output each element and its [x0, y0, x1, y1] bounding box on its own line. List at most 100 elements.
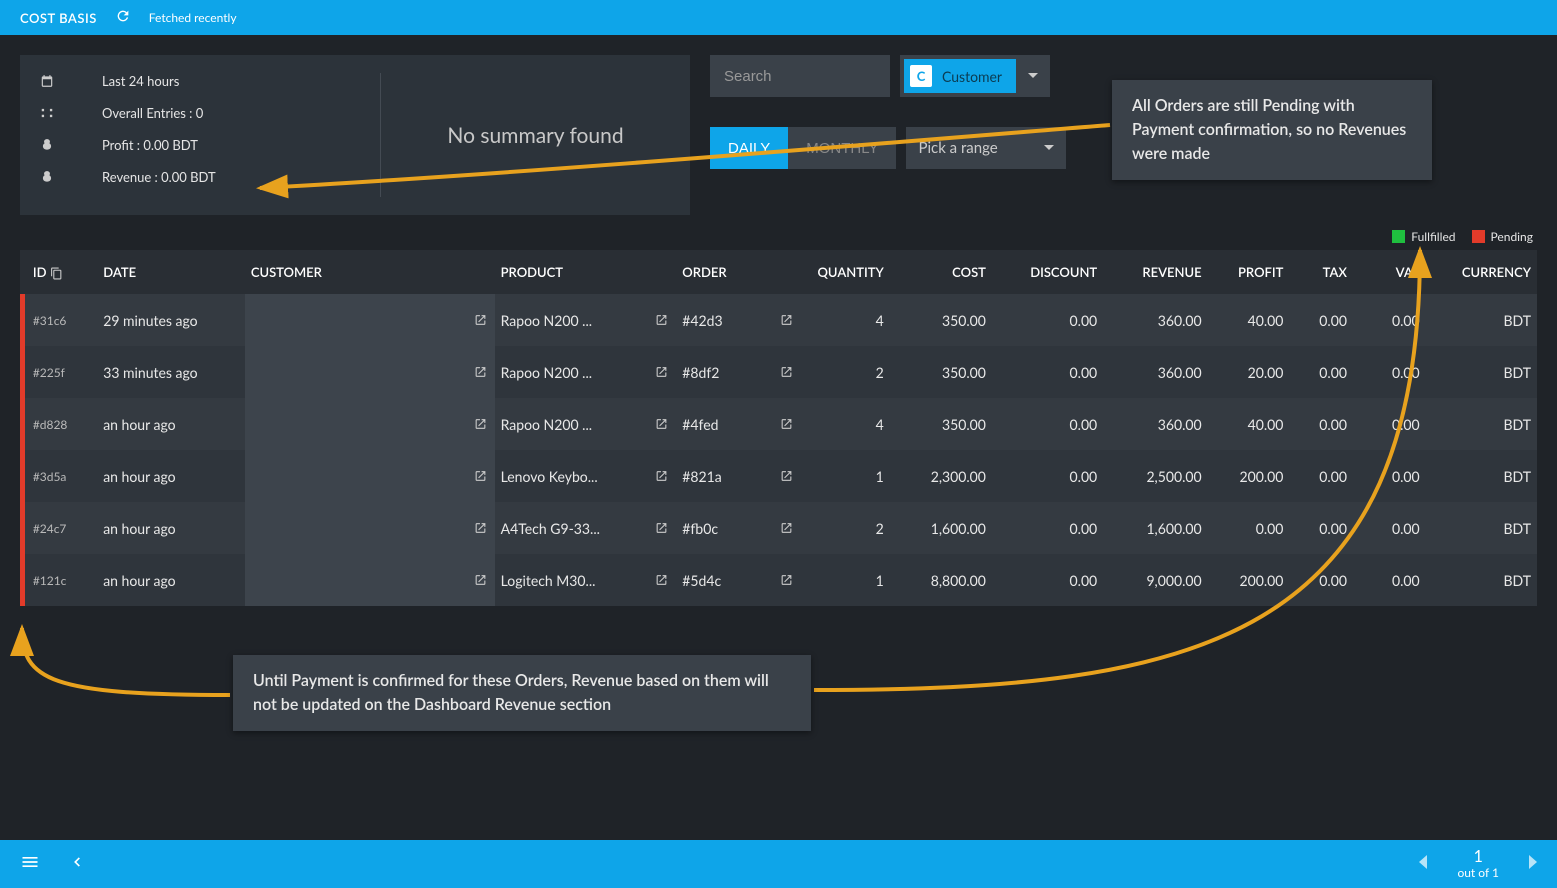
col-tax: TAX: [1289, 250, 1353, 294]
cell-product[interactable]: A4Tech G9-33...: [495, 502, 677, 554]
cell-revenue: 360.00: [1103, 398, 1207, 450]
table-row[interactable]: #31c629 minutes agoRapoo N200 ...#42d343…: [20, 294, 1537, 346]
cell-cost: 350.00: [890, 294, 992, 346]
cell-customer-link[interactable]: [383, 450, 494, 502]
external-link-icon[interactable]: [780, 522, 793, 535]
external-link-icon[interactable]: [655, 366, 668, 379]
cell-order[interactable]: #42d3: [676, 294, 801, 346]
cell-id: #225f: [27, 346, 97, 398]
col-order: ORDER: [676, 250, 801, 294]
external-link-icon[interactable]: [474, 470, 487, 483]
external-link-icon[interactable]: [780, 418, 793, 431]
cell-currency: BDT: [1426, 398, 1537, 450]
cell-product[interactable]: Rapoo N200 ...: [495, 346, 677, 398]
cell-profit: 20.00: [1208, 346, 1290, 398]
cell-profit: 0.00: [1208, 502, 1290, 554]
cell-product[interactable]: Rapoo N200 ...: [495, 294, 677, 346]
cell-customer-link[interactable]: [383, 502, 494, 554]
cell-tax: 0.00: [1289, 502, 1353, 554]
external-link-icon[interactable]: [474, 314, 487, 327]
cell-currency: BDT: [1426, 554, 1537, 606]
external-link-icon[interactable]: [780, 366, 793, 379]
external-link-icon[interactable]: [655, 574, 668, 587]
cell-profit: 200.00: [1208, 450, 1290, 502]
cell-discount: 0.00: [992, 294, 1103, 346]
cell-tax: 0.00: [1289, 554, 1353, 606]
status-indicator: [20, 294, 27, 346]
cell-id: #31c6: [27, 294, 97, 346]
table-row[interactable]: #3d5aan hour agoLenovo Keybo...#821a12,3…: [20, 450, 1537, 502]
external-link-icon[interactable]: [474, 522, 487, 535]
cell-cost: 2,300.00: [890, 450, 992, 502]
cell-cost: 8,800.00: [890, 554, 992, 606]
pending-swatch: [1472, 230, 1485, 243]
table-row[interactable]: #121can hour agoLogitech M30...#5d4c18,8…: [20, 554, 1537, 606]
external-link-icon[interactable]: [655, 522, 668, 535]
cell-product[interactable]: Rapoo N200 ...: [495, 398, 677, 450]
cell-product[interactable]: Logitech M30...: [495, 554, 677, 606]
cell-order[interactable]: #4fed: [676, 398, 801, 450]
menu-icon[interactable]: [20, 852, 40, 876]
external-link-icon[interactable]: [780, 470, 793, 483]
external-link-icon[interactable]: [655, 470, 668, 483]
external-link-icon[interactable]: [655, 418, 668, 431]
cell-revenue: 360.00: [1103, 346, 1207, 398]
pager: 1 out of 1: [1419, 847, 1537, 881]
cell-order[interactable]: #5d4c: [676, 554, 801, 606]
cell-discount: 0.00: [992, 502, 1103, 554]
status-indicator: [20, 398, 27, 450]
cell-order[interactable]: #8df2: [676, 346, 801, 398]
bottom-bar: 1 out of 1: [0, 840, 1557, 888]
cell-customer-link[interactable]: [383, 554, 494, 606]
cell-customer: [245, 294, 384, 346]
search-input[interactable]: [710, 55, 890, 97]
external-link-icon[interactable]: [780, 314, 793, 327]
tab-daily[interactable]: DAILY: [710, 127, 788, 169]
status-legend: Fullfilled Pending: [24, 229, 1533, 244]
table-row[interactable]: #d828an hour agoRapoo N200 ...#4fed4350.…: [20, 398, 1537, 450]
page-number: 1: [1457, 847, 1499, 866]
external-link-icon[interactable]: [655, 314, 668, 327]
cell-discount: 0.00: [992, 450, 1103, 502]
cell-profit: 40.00: [1208, 294, 1290, 346]
cell-revenue: 360.00: [1103, 294, 1207, 346]
page-prev-icon[interactable]: [1419, 854, 1429, 873]
copy-icon[interactable]: [50, 267, 63, 280]
col-id: ID: [27, 250, 97, 294]
cell-profit: 200.00: [1208, 554, 1290, 606]
cell-currency: BDT: [1426, 502, 1537, 554]
legend-pending: Pending: [1491, 229, 1533, 244]
fulfilled-swatch: [1392, 230, 1405, 243]
chevron-down-icon: [1044, 143, 1054, 153]
cell-vat: 0.00: [1353, 554, 1426, 606]
table-row[interactable]: #225f33 minutes agoRapoo N200 ...#8df223…: [20, 346, 1537, 398]
cell-order[interactable]: #821a: [676, 450, 801, 502]
range-picker[interactable]: Pick a range: [906, 127, 1066, 169]
cell-quantity: 4: [801, 294, 890, 346]
cell-customer: [245, 502, 384, 554]
cell-product[interactable]: Lenovo Keybo...: [495, 450, 677, 502]
back-icon[interactable]: [70, 852, 84, 876]
cell-order[interactable]: #fb0c: [676, 502, 801, 554]
cell-id: #d828: [27, 398, 97, 450]
table-row[interactable]: #24c7an hour agoA4Tech G9-33...#fb0c21,6…: [20, 502, 1537, 554]
chevron-down-icon[interactable]: [1020, 71, 1046, 81]
cell-customer-link[interactable]: [383, 294, 494, 346]
external-link-icon[interactable]: [474, 366, 487, 379]
page-total: out of 1: [1457, 866, 1499, 880]
external-link-icon[interactable]: [474, 418, 487, 431]
cell-id: #3d5a: [27, 450, 97, 502]
cell-currency: BDT: [1426, 346, 1537, 398]
external-link-icon[interactable]: [780, 574, 793, 587]
cell-customer-link[interactable]: [383, 346, 494, 398]
entries-icon: [40, 106, 54, 120]
cell-customer-link[interactable]: [383, 398, 494, 450]
filter-chip-customer[interactable]: C Customer: [900, 55, 1050, 97]
page-next-icon[interactable]: [1527, 854, 1537, 873]
tab-monthly[interactable]: MONTHLY: [788, 127, 896, 169]
divider: [380, 73, 381, 197]
range-label: Pick a range: [918, 139, 997, 157]
external-link-icon[interactable]: [474, 574, 487, 587]
refresh-icon[interactable]: [115, 8, 131, 28]
fetched-label: Fetched recently: [149, 10, 237, 25]
